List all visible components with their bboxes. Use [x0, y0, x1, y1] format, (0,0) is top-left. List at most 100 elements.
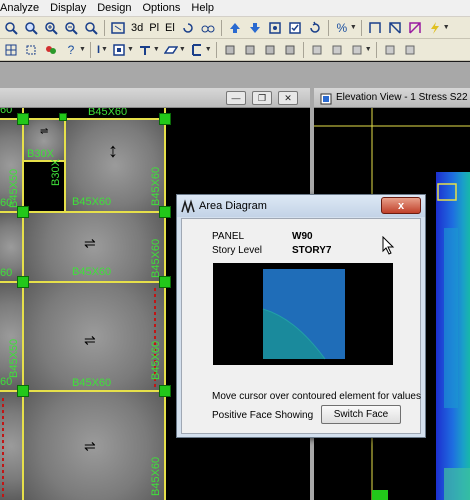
design-icon[interactable] [381, 41, 399, 59]
beam-label: B45X60 [88, 108, 128, 118]
panel-key: PANEL [212, 231, 245, 242]
column-node[interactable] [17, 113, 29, 125]
move-down-icon[interactable] [246, 19, 264, 37]
plan-view-button[interactable]: Pl [147, 22, 161, 34]
column-node[interactable] [59, 113, 67, 121]
column-node[interactable] [17, 385, 29, 397]
column-label: B30X [50, 159, 62, 186]
column-node[interactable] [159, 206, 171, 218]
menu-display[interactable]: Display [50, 2, 93, 14]
menu-design[interactable]: Design [97, 2, 138, 14]
close-button[interactable]: x [381, 197, 421, 214]
story-level-key: Story Level [212, 245, 263, 256]
pan-icon[interactable] [82, 19, 100, 37]
column-label: B45X60 [150, 166, 162, 206]
lightning-icon[interactable] [426, 19, 444, 37]
toolbar-separator [327, 19, 329, 36]
minimize-icon[interactable]: — [226, 91, 246, 105]
brace-icon[interactable] [386, 19, 404, 37]
column-node[interactable] [159, 385, 171, 397]
column-node[interactable] [159, 113, 171, 125]
refresh-view-icon[interactable] [306, 19, 324, 37]
chevron-down-icon[interactable]: ▼ [127, 46, 134, 53]
zoom-out-icon[interactable] [62, 19, 80, 37]
assign-frame-icon[interactable] [241, 41, 259, 59]
beam-label: B45X60 [72, 196, 112, 208]
chevron-down-icon[interactable]: ▼ [350, 24, 357, 31]
menu-analyze[interactable]: Analyze [0, 2, 46, 14]
perspective-icon[interactable] [199, 19, 217, 37]
rotate-icon[interactable] [179, 19, 197, 37]
frame-icon[interactable] [366, 19, 384, 37]
switch-face-button[interactable]: Switch Face [321, 405, 401, 424]
menu-help[interactable]: Help [191, 2, 221, 14]
chevron-down-icon[interactable]: ▼ [179, 46, 186, 53]
chevron-down-icon[interactable]: ▼ [101, 46, 108, 53]
toolbar-separator [215, 41, 217, 58]
menu-options[interactable]: Options [142, 2, 187, 14]
toolbar-separator [302, 41, 304, 58]
set-display-options-icon[interactable] [286, 19, 304, 37]
object-shrink-icon[interactable] [266, 19, 284, 37]
two-way-arrow-icon: ⇌ [84, 438, 96, 454]
chevron-down-icon[interactable]: ▼ [205, 46, 212, 53]
column-label: B45X60 [150, 340, 162, 380]
zoom-rubberband-icon[interactable] [2, 19, 20, 37]
assign-load-icon[interactable] [281, 41, 299, 59]
paint-icon[interactable] [42, 41, 60, 59]
beam-line[interactable] [22, 108, 24, 500]
draw-area-icon[interactable] [110, 41, 128, 59]
design-check-icon[interactable] [401, 41, 419, 59]
column-node[interactable] [17, 276, 29, 288]
two-way-arrow-icon: ⇌ [84, 332, 96, 348]
wall-icon[interactable] [406, 19, 424, 37]
chevron-down-icon[interactable]: ▼ [365, 46, 372, 53]
two-way-arrow-icon: ⇌ [40, 126, 49, 137]
story-level-value: STORY7 [292, 245, 332, 256]
toolbar-separator [360, 19, 362, 36]
restore-icon[interactable]: ❐ [252, 91, 272, 105]
display-options-icon[interactable] [308, 41, 326, 59]
beam-line[interactable] [64, 118, 66, 211]
plan-view-titlebar: — ❐ ✕ [0, 88, 310, 108]
toolbar-separator [104, 19, 105, 36]
area-diagram-dialog: Area Diagram x PANEL W90 Story Level STO… [176, 194, 426, 438]
grid-icon[interactable] [2, 41, 20, 59]
area-diagram-canvas[interactable] [213, 263, 393, 365]
assign-shell-icon[interactable] [261, 41, 279, 59]
elevation-view-button[interactable]: El [163, 22, 177, 34]
draw-floor-icon[interactable] [162, 41, 180, 59]
menu-bar: Analyze Display Design Options Help [0, 0, 470, 17]
chevron-down-icon[interactable]: ▼ [443, 24, 450, 31]
3d-view-button[interactable]: 3d [129, 22, 145, 34]
dialog-titlebar: Area Diagram x [177, 195, 425, 217]
draw-wall-icon[interactable] [188, 41, 206, 59]
select-icon[interactable] [22, 41, 40, 59]
secondary-toolbar: ? ▼ I ▼ ▼ ▼ ▼ ▼ ▼ [0, 39, 470, 61]
one-way-arrow-icon: ↕ [108, 140, 118, 162]
support-line [2, 398, 4, 498]
mdi-workspace: — ❐ ✕ B45X60 B45X60 B45X60 B45X60 B30X 6… [0, 62, 470, 500]
chevron-down-icon[interactable]: ▼ [153, 46, 160, 53]
display-sections-icon[interactable] [348, 41, 366, 59]
help-query-icon[interactable]: ? [62, 41, 80, 59]
mouse-pointer-icon [382, 236, 395, 255]
etabs-window: Analyze Display Design Options Help 3d P… [0, 0, 470, 500]
close-icon[interactable]: ✕ [278, 91, 298, 105]
column-label: B45X60 [150, 238, 162, 278]
beam-label: 60 [0, 108, 13, 116]
zoom-restore-icon[interactable] [22, 19, 40, 37]
assign-joint-icon[interactable] [221, 41, 239, 59]
app-icon [181, 199, 195, 215]
plan-view-icon[interactable] [109, 19, 127, 37]
beam-line[interactable] [164, 108, 166, 500]
move-up-icon[interactable] [226, 19, 244, 37]
beam-label: 60 [0, 267, 13, 279]
percent-icon[interactable]: % [333, 19, 351, 37]
toolbar-separator [375, 41, 377, 58]
display-labels-icon[interactable] [328, 41, 346, 59]
beam-label: B45X60 [72, 266, 112, 278]
zoom-in-icon[interactable] [42, 19, 60, 37]
draw-beam-icon[interactable] [136, 41, 154, 59]
chevron-down-icon[interactable]: ▼ [79, 46, 86, 53]
